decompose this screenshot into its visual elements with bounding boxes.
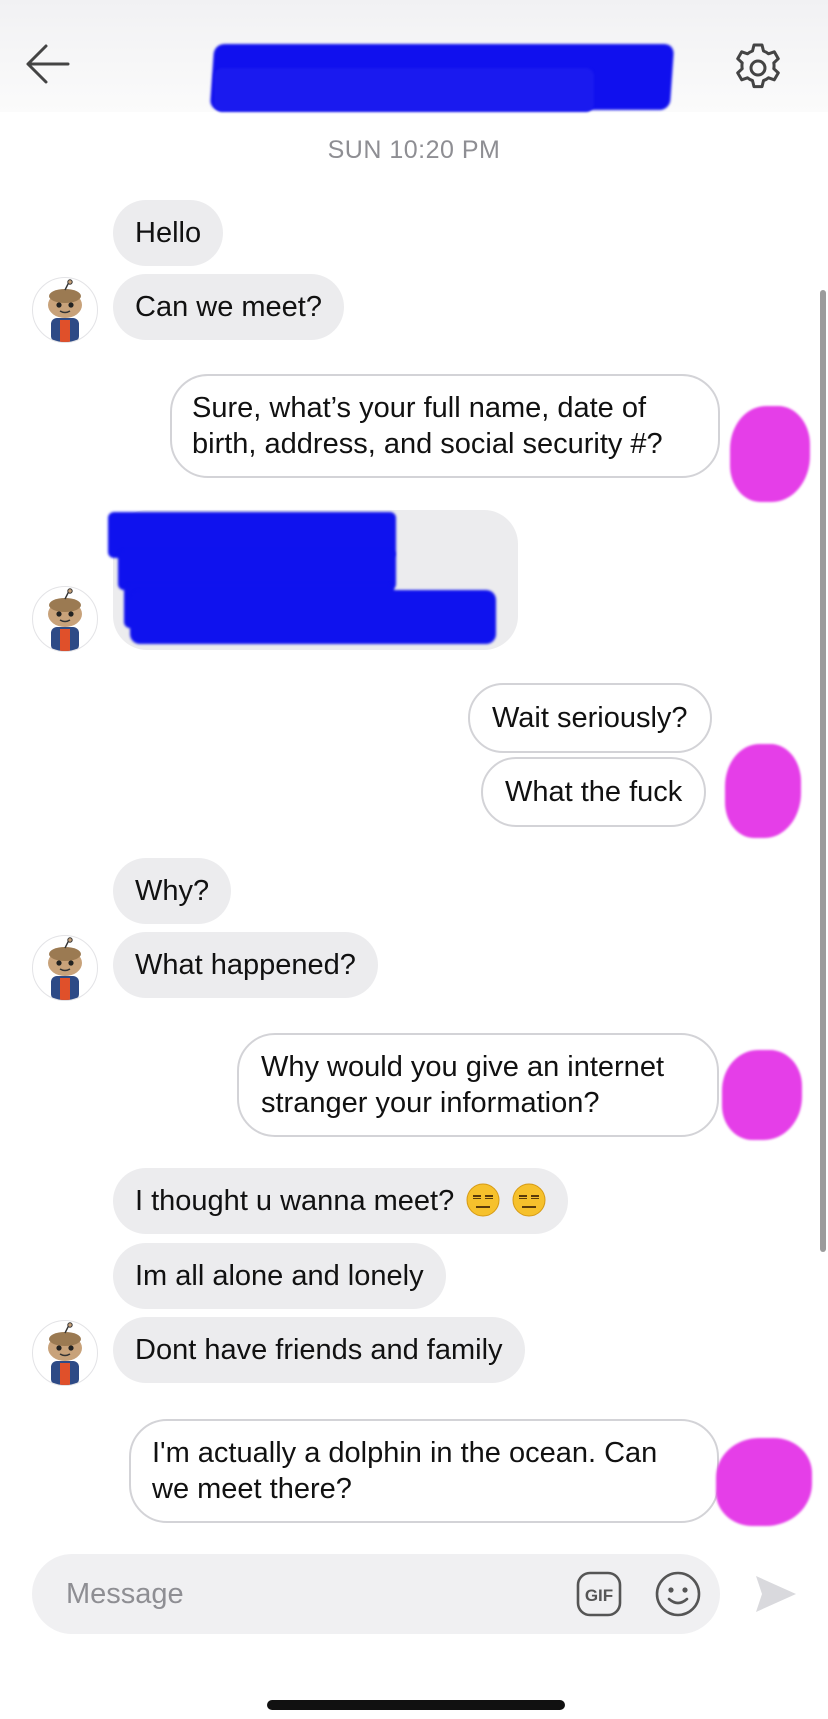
send-icon xyxy=(756,1576,796,1612)
gif-label: GIF xyxy=(585,1586,613,1605)
message-bubble-received[interactable]: Why? xyxy=(113,858,232,924)
message-bubble-sent[interactable]: I'm actually a dolphin in the ocean. Can… xyxy=(129,1419,719,1523)
scrollbar[interactable] xyxy=(820,290,826,1252)
home-indicator[interactable] xyxy=(267,1700,565,1710)
redaction-block xyxy=(130,590,496,644)
message-bubble-received[interactable]: Im all alone and lonely xyxy=(113,1243,446,1309)
expressionless-face-emoji xyxy=(466,1183,500,1217)
message-timestamp: SUN 10:20 PM xyxy=(327,136,501,164)
message-bubble-received[interactable]: I thought u wanna meet? xyxy=(113,1168,569,1234)
avatar[interactable] xyxy=(32,935,98,1001)
redacted-username-overlay xyxy=(214,68,594,112)
gif-icon: GIF xyxy=(576,1571,622,1617)
message-bubble-received[interactable]: Can we meet? xyxy=(113,274,344,340)
message-text: I thought u wanna meet? xyxy=(135,1185,455,1217)
settings-button[interactable] xyxy=(730,40,786,96)
redacted-sender-avatar xyxy=(730,406,810,502)
redacted-sender-avatar xyxy=(725,744,801,838)
smiley-icon xyxy=(655,1571,701,1617)
avatar[interactable] xyxy=(32,277,98,343)
redacted-sender-avatar xyxy=(722,1050,802,1140)
emoji-button[interactable] xyxy=(654,1570,702,1618)
message-bubble-sent[interactable]: Wait seriously? xyxy=(468,683,712,753)
gif-button[interactable]: GIF xyxy=(576,1571,622,1617)
message-bubble-received[interactable]: Hello xyxy=(113,200,224,266)
reddit-snoo-avatar-icon xyxy=(48,279,82,342)
reddit-snoo-avatar-icon xyxy=(48,937,82,1000)
redacted-sender-avatar xyxy=(716,1438,812,1526)
chat-header xyxy=(0,0,828,112)
reddit-snoo-avatar-icon xyxy=(48,1322,82,1385)
arrow-left-icon xyxy=(26,44,70,84)
avatar[interactable] xyxy=(32,586,98,652)
message-input-placeholder[interactable]: Message xyxy=(66,1578,184,1611)
message-bubble-received[interactable]: What happened? xyxy=(113,932,378,998)
message-bubble-sent[interactable]: Why would you give an internet stranger … xyxy=(237,1033,719,1137)
message-bubble-sent[interactable]: Sure, what’s your full name, date of bir… xyxy=(170,374,720,478)
message-bubble-received[interactable]: Dont have friends and family xyxy=(113,1317,525,1383)
message-bubble-sent[interactable]: What the fuck xyxy=(481,757,707,827)
gear-icon xyxy=(736,43,780,89)
send-button[interactable] xyxy=(754,1574,798,1614)
reddit-snoo-avatar-icon xyxy=(48,588,82,651)
back-button[interactable] xyxy=(22,38,74,90)
avatar[interactable] xyxy=(32,1320,98,1386)
expressionless-face-emoji xyxy=(512,1183,546,1217)
